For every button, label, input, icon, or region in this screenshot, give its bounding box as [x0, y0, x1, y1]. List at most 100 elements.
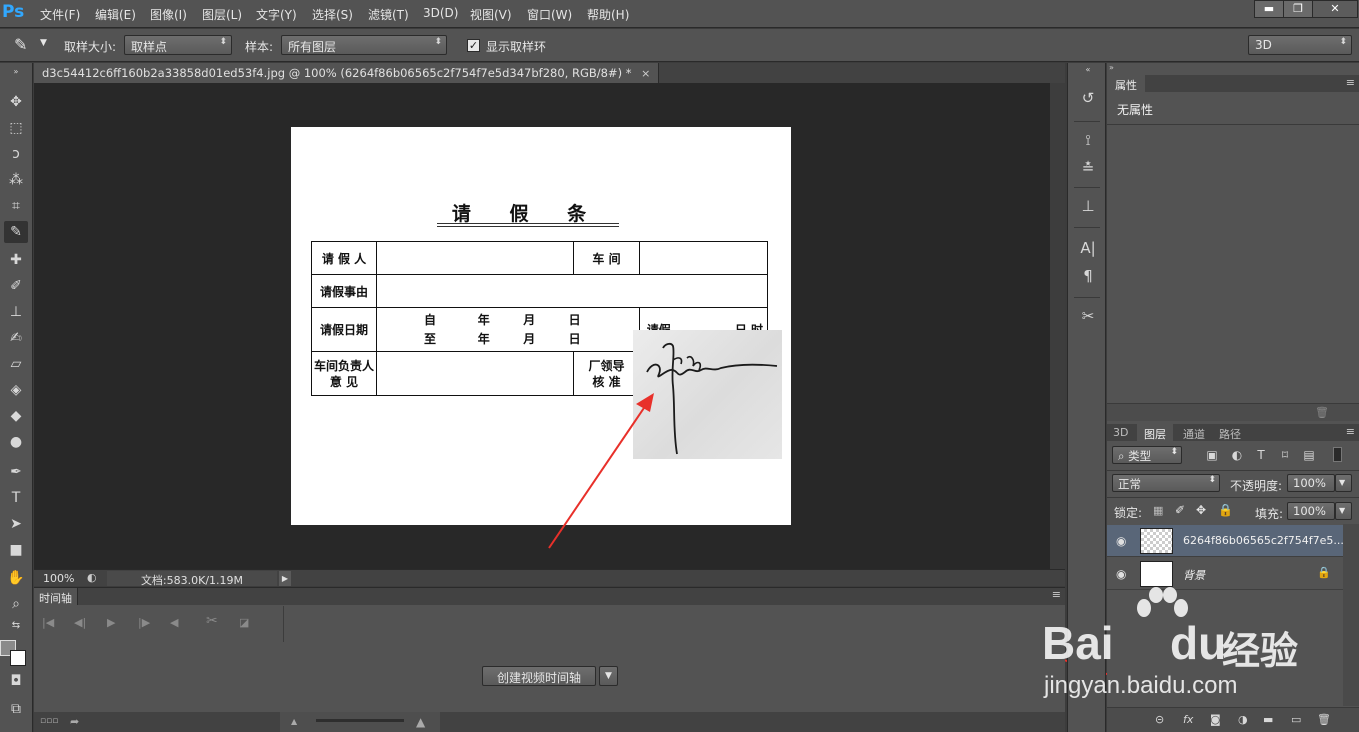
create-video-timeline-button[interactable]: 创建视频时间轴: [482, 666, 596, 686]
background-color-swatch[interactable]: [10, 650, 26, 666]
tab-3d[interactable]: 3D: [1107, 424, 1134, 441]
paint-bucket-tool-icon[interactable]: ◈: [4, 379, 28, 401]
rectangle-tool-icon[interactable]: ■: [4, 539, 28, 561]
menu-filter[interactable]: 滤镜(T): [368, 6, 409, 23]
show-ring-checkbox[interactable]: ✓: [467, 39, 480, 52]
canvas-scrollbar[interactable]: [1050, 83, 1065, 569]
eyedropper-tool-icon[interactable]: ✎: [4, 221, 28, 243]
zoom-out-icon[interactable]: ▲: [291, 717, 297, 726]
dodge-tool-icon[interactable]: ●: [4, 431, 28, 453]
chevron-down-icon[interactable]: ▼: [599, 666, 618, 686]
minimize-button[interactable]: ▬: [1254, 0, 1284, 18]
history-icon[interactable]: ↺: [1077, 87, 1099, 109]
visibility-eye-icon[interactable]: ◉: [1116, 534, 1126, 548]
chevron-down-icon[interactable]: ▼: [1335, 474, 1352, 492]
fill-input[interactable]: 100%: [1287, 502, 1335, 520]
panel-menu-icon[interactable]: ≡: [1052, 588, 1061, 601]
first-frame-icon[interactable]: |◀: [42, 616, 54, 629]
close-tab-icon[interactable]: ×: [641, 67, 650, 80]
collapse-icon[interactable]: »: [4, 67, 28, 77]
screen-mode-icon[interactable]: ⧉: [4, 698, 28, 720]
menu-layer[interactable]: 图层(L): [202, 6, 242, 23]
new-layer-icon[interactable]: ▭: [1291, 713, 1301, 726]
layer-filter-dropdown[interactable]: ⌕ 类型 ⬍: [1112, 446, 1182, 464]
tab-layers[interactable]: 图层: [1137, 424, 1173, 441]
clone-stamp-tool-icon[interactable]: ⊥: [4, 301, 28, 323]
menu-select[interactable]: 选择(S): [312, 6, 353, 23]
hand-tool-icon[interactable]: ✋: [4, 567, 28, 589]
path-selection-tool-icon[interactable]: ➤: [4, 513, 28, 535]
layer-item[interactable]: ◉ 背景 🔒: [1107, 558, 1343, 590]
menu-image[interactable]: 图像(I): [150, 6, 187, 23]
quick-mask-icon[interactable]: ◘: [4, 670, 28, 692]
close-button[interactable]: ✕: [1312, 0, 1358, 18]
crop-tool-icon[interactable]: ⌗: [4, 195, 28, 217]
split-icon[interactable]: ✂: [206, 613, 218, 629]
menu-file[interactable]: 文件(F): [40, 6, 80, 23]
timeline-tab[interactable]: 时间轴: [34, 588, 78, 605]
blur-tool-icon[interactable]: ◆: [4, 405, 28, 427]
workspace-dropdown[interactable]: 3D ⬍: [1248, 35, 1352, 55]
next-frame-icon[interactable]: |▶: [138, 616, 150, 629]
fx-icon[interactable]: fx: [1183, 713, 1193, 726]
menu-3d[interactable]: 3D(D): [423, 6, 458, 20]
frame-mode-icon[interactable]: ▫▫▫: [40, 716, 58, 726]
audio-icon[interactable]: ◀: [170, 616, 178, 629]
paragraph-icon[interactable]: ¶: [1077, 265, 1099, 287]
layer-item[interactable]: ◉ 6264f86b06565c2f754f7e5...: [1107, 525, 1344, 557]
filter-toggle[interactable]: [1333, 447, 1342, 462]
eraser-tool-icon[interactable]: ▱: [4, 353, 28, 375]
sample-size-dropdown[interactable]: 取样点 ⬍: [124, 35, 232, 55]
menu-help[interactable]: 帮助(H): [587, 6, 629, 23]
shape-filter-icon[interactable]: ⌑: [1276, 446, 1294, 464]
panel-menu-icon[interactable]: ≡: [1346, 425, 1355, 438]
chevron-down-icon[interactable]: ▼: [1335, 502, 1352, 520]
adjustment-layer-icon[interactable]: ◑: [1238, 713, 1248, 726]
menu-view[interactable]: 视图(V): [470, 6, 512, 23]
zoom-level[interactable]: 100%: [43, 572, 74, 585]
expand-icon[interactable]: «: [1077, 65, 1099, 75]
tab-properties[interactable]: 属性: [1107, 75, 1145, 92]
sample-dropdown[interactable]: 所有图层 ⬍: [281, 35, 447, 55]
previous-frame-icon[interactable]: ◀|: [74, 616, 86, 629]
marquee-tool-icon[interactable]: ⬚: [4, 117, 28, 139]
zoom-tool-icon[interactable]: ⌕: [4, 593, 28, 615]
clone-source-icon[interactable]: ⊥: [1077, 195, 1099, 217]
convert-icon[interactable]: ➦: [70, 715, 79, 728]
lock-transparency-icon[interactable]: ▦: [1153, 504, 1163, 517]
healing-brush-tool-icon[interactable]: ✚: [4, 249, 28, 271]
tab-channels[interactable]: 通道: [1177, 424, 1211, 441]
pixel-filter-icon[interactable]: ▣: [1203, 446, 1221, 464]
quick-select-tool-icon[interactable]: ⁂: [4, 169, 28, 191]
adjustment-filter-icon[interactable]: ◐: [1228, 446, 1246, 464]
document-info-icon[interactable]: ◐: [87, 571, 97, 584]
history-brush-tool-icon[interactable]: ✍: [4, 327, 28, 349]
collapse-icon[interactable]: »: [1109, 63, 1114, 72]
move-tool-icon[interactable]: ✥: [4, 91, 28, 113]
smart-object-filter-icon[interactable]: ▤: [1300, 446, 1318, 464]
zoom-in-icon[interactable]: ▲: [416, 715, 425, 729]
visibility-eye-icon[interactable]: ◉: [1116, 567, 1126, 581]
layer-name[interactable]: 6264f86b06565c2f754f7e5...: [1183, 534, 1344, 547]
lock-position-icon[interactable]: ✥: [1196, 503, 1206, 517]
layer-name[interactable]: 背景: [1183, 567, 1205, 583]
brush-settings-icon[interactable]: ≛: [1077, 157, 1099, 179]
type-tool-icon[interactable]: T: [4, 487, 28, 509]
character-icon[interactable]: A|: [1077, 237, 1099, 259]
lock-pixels-icon[interactable]: ✐: [1175, 503, 1185, 517]
panel-menu-icon[interactable]: ≡: [1346, 76, 1355, 89]
lasso-tool-icon[interactable]: ↄ: [4, 143, 28, 165]
transition-icon[interactable]: ◪: [239, 616, 249, 629]
lock-all-icon[interactable]: 🔒: [1218, 503, 1233, 517]
eyedropper-preset-icon[interactable]: ✎: [14, 35, 27, 54]
layers-scrollbar[interactable]: [1343, 524, 1359, 706]
menu-window[interactable]: 窗口(W): [527, 6, 572, 23]
brush-tool-icon[interactable]: ✐: [4, 275, 28, 297]
play-icon[interactable]: ▶: [107, 616, 115, 629]
trash-icon[interactable]: 🗑: [1315, 406, 1329, 419]
add-mask-icon[interactable]: ◙: [1210, 713, 1221, 726]
type-filter-icon[interactable]: T: [1252, 446, 1270, 464]
status-menu-arrow-icon[interactable]: ▶: [279, 571, 291, 586]
blend-mode-dropdown[interactable]: 正常 ⬍: [1112, 474, 1220, 492]
zoom-slider[interactable]: [316, 719, 404, 722]
